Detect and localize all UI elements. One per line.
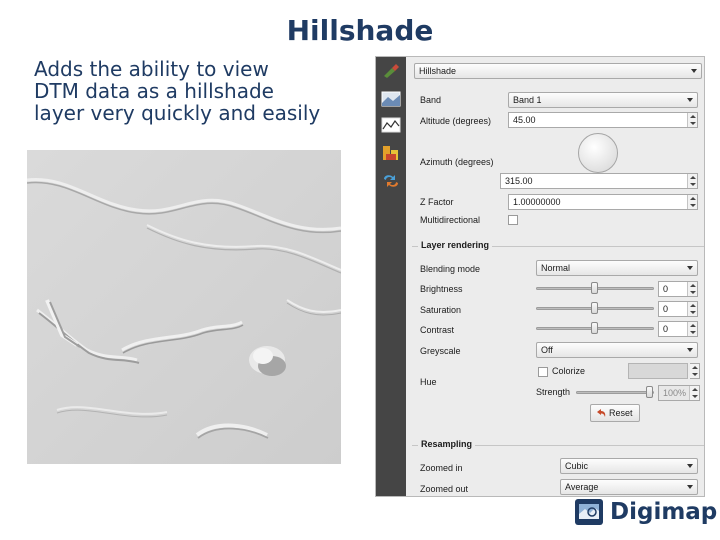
chevron-down-icon (687, 485, 693, 489)
zoomed-out-value: Average (565, 482, 599, 492)
map-book-icon (575, 499, 603, 525)
azimuth-spinbox[interactable]: 315.00 (500, 173, 698, 189)
strength-spinbox[interactable]: 100% (658, 385, 700, 401)
chevron-down-icon (687, 348, 693, 352)
strength-value: 100% (663, 388, 687, 398)
zoomed-in-select[interactable]: Cubic (560, 458, 698, 474)
greyscale-label: Greyscale (420, 346, 461, 356)
reset-label: Reset (609, 408, 633, 418)
digimap-logo: Digimap ® (574, 496, 717, 528)
zoomed-in-value: Cubic (565, 461, 589, 471)
colorize-swatch[interactable] (628, 363, 688, 379)
azimuth-dial[interactable] (578, 133, 618, 173)
transparency-tab[interactable] (380, 89, 402, 109)
chevron-down-icon (687, 464, 693, 468)
slide-title: Hillshade (286, 14, 434, 47)
chevron-down-icon (687, 98, 693, 102)
blending-select[interactable]: Normal (536, 260, 698, 276)
brightness-label: Brightness (420, 284, 463, 294)
render-type-select[interactable]: Hillshade (414, 63, 702, 79)
band-value: Band 1 (513, 95, 542, 105)
zfactor-value: 1.00000000 (513, 197, 561, 207)
altitude-value: 45.00 (513, 115, 536, 125)
layer-properties-panel: Hillshade Band Band 1 Altitude (degrees)… (375, 56, 705, 497)
blending-value: Normal (541, 263, 571, 273)
spin-buttons[interactable] (689, 386, 699, 400)
greyscale-select[interactable]: Off (536, 342, 698, 358)
azimuth-label: Azimuth (degrees) (420, 157, 494, 167)
saturation-spinbox[interactable]: 0 (658, 301, 698, 317)
chevron-down-icon (691, 69, 697, 73)
body-line: Adds the ability to view (34, 57, 269, 81)
saturation-value: 0 (663, 304, 669, 314)
spin-buttons[interactable] (687, 322, 697, 336)
brightness-slider[interactable] (536, 281, 654, 295)
zfactor-spinbox[interactable]: 1.00000000 (508, 194, 698, 210)
slider-handle[interactable] (591, 282, 598, 294)
contrast-slider[interactable] (536, 321, 654, 335)
spin-buttons[interactable] (687, 113, 697, 127)
resampling-title: Resampling (418, 439, 476, 449)
layers-icon (383, 146, 398, 160)
histogram-icon (381, 117, 401, 133)
blending-label: Blending mode (420, 264, 481, 274)
spin-buttons[interactable] (687, 282, 697, 296)
logo-text: Digimap (610, 499, 718, 525)
altitude-label: Altitude (degrees) (420, 116, 492, 126)
render-type-value: Hillshade (419, 66, 457, 76)
slide-body: Adds the ability to view DTM data as a h… (34, 58, 344, 124)
histogram-tab[interactable] (380, 115, 402, 135)
contrast-value: 0 (663, 324, 669, 334)
symbology-tab[interactable] (380, 61, 402, 81)
spin-buttons[interactable] (687, 302, 697, 316)
band-select[interactable]: Band 1 (508, 92, 698, 108)
refresh-arrows-icon (384, 175, 398, 187)
saturation-label: Saturation (420, 305, 462, 315)
brightness-spinbox[interactable]: 0 (658, 281, 698, 297)
layer-rendering-title: Layer rendering (418, 240, 493, 250)
strength-slider[interactable] (576, 385, 654, 399)
reset-button[interactable]: Reset (590, 404, 640, 422)
tool-strip (376, 57, 406, 496)
contrast-spinbox[interactable]: 0 (658, 321, 698, 337)
body-line: layer very quickly and easily (34, 101, 321, 125)
undo-icon (597, 409, 606, 417)
strength-label: Strength (536, 387, 571, 397)
slider-handle[interactable] (591, 302, 598, 314)
panel-content: Hillshade Band Band 1 Altitude (degrees)… (408, 57, 704, 496)
colorize-spin-buttons[interactable] (690, 363, 700, 379)
altitude-spinbox[interactable]: 45.00 (508, 112, 698, 128)
zoomed-out-select[interactable]: Average (560, 479, 698, 495)
spin-buttons[interactable] (687, 195, 697, 209)
zoomed-out-label: Zoomed out (420, 484, 469, 494)
body-line: DTM data as a hillshade (34, 79, 274, 103)
hue-label: Hue (420, 377, 437, 387)
brightness-value: 0 (663, 284, 669, 294)
contrast-label: Contrast (420, 325, 455, 335)
zoomed-in-label: Zoomed in (420, 463, 463, 473)
pyramids-tab[interactable] (380, 171, 402, 191)
band-label: Band (420, 95, 442, 105)
saturation-slider[interactable] (536, 301, 654, 315)
spin-buttons[interactable] (687, 174, 697, 188)
slider-handle[interactable] (591, 322, 598, 334)
metadata-tab[interactable] (380, 143, 402, 163)
multidirectional-label: Multidirectional (420, 215, 481, 225)
raster-image-icon (381, 91, 401, 107)
zfactor-label: Z Factor (420, 197, 454, 207)
chevron-down-icon (687, 266, 693, 270)
paintbrush-icon (384, 64, 399, 78)
greyscale-value: Off (541, 345, 553, 355)
multidirectional-checkbox[interactable] (508, 215, 518, 225)
azimuth-value: 315.00 (505, 176, 533, 186)
colorize-checkbox[interactable] (538, 367, 548, 377)
colorize-label: Colorize (552, 366, 586, 376)
hillshade-image (27, 150, 341, 464)
slider-handle[interactable] (646, 386, 653, 398)
